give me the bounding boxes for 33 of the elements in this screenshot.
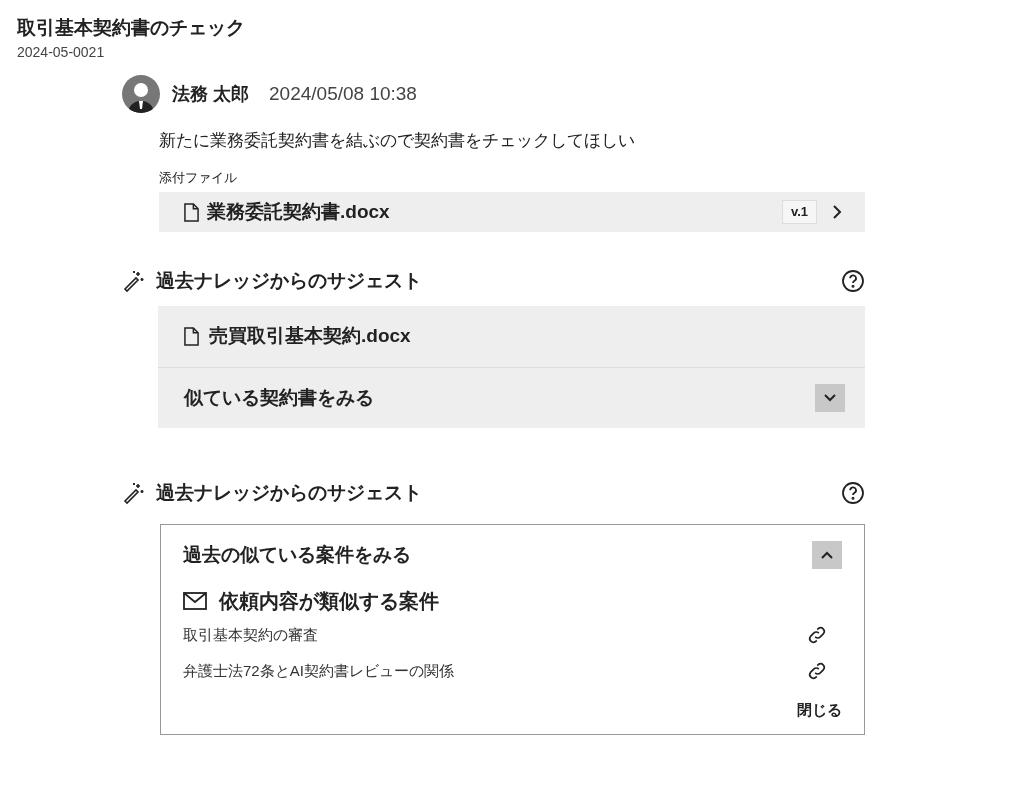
- case-id: 2024-05-0021: [17, 43, 106, 62]
- case-title: 取引基本契約の審査: [183, 624, 318, 645]
- avatar-icon: [122, 75, 160, 113]
- close-link[interactable]: 閉じる: [797, 699, 842, 722]
- magic-wand-icon: [122, 269, 146, 293]
- toggle-label: 過去の似ている案件をみる: [183, 542, 411, 567]
- help-icon: [841, 481, 865, 505]
- magic-wand-icon: [122, 481, 146, 505]
- page-title: 取引基本契約書のチェック: [17, 16, 246, 40]
- case-title: 弁護士法72条とAI契約書レビューの関係: [183, 660, 454, 681]
- section-heading: 過去ナレッジからのサジェスト: [156, 268, 423, 293]
- version-tag: v.1: [781, 200, 817, 224]
- file-name[interactable]: 売買取引基本契約.docx: [209, 322, 411, 351]
- section-heading: 過去ナレッジからのサジェスト: [156, 480, 423, 505]
- toggle-label: 似ている契約書をみる: [184, 385, 374, 410]
- chevron-down-icon: [823, 393, 837, 403]
- chevron-right-icon: [831, 204, 843, 220]
- link-icon[interactable]: [806, 660, 828, 682]
- group-heading: 依頼内容が類似する案件: [219, 589, 439, 614]
- timestamp: 2024/05/08 10:38: [269, 81, 417, 106]
- attachments-label: 添付ファイル: [159, 169, 238, 187]
- chevron-up-icon: [820, 550, 834, 560]
- author-name: 法務 太郎: [172, 82, 249, 106]
- file-name: 業務委託契約書.docx: [207, 199, 391, 224]
- file-icon: [184, 327, 199, 346]
- link-icon[interactable]: [806, 624, 828, 646]
- mail-icon: [183, 592, 207, 610]
- expand-button[interactable]: [815, 384, 845, 412]
- help-icon: [841, 269, 865, 293]
- message-text: 新たに業務委託契約書を結ぶので契約書をチェックしてほしい: [159, 130, 636, 152]
- collapse-button[interactable]: [812, 541, 842, 569]
- attachment-row[interactable]: 業務委託契約書.docx v.1: [159, 192, 865, 232]
- file-icon: [184, 202, 199, 222]
